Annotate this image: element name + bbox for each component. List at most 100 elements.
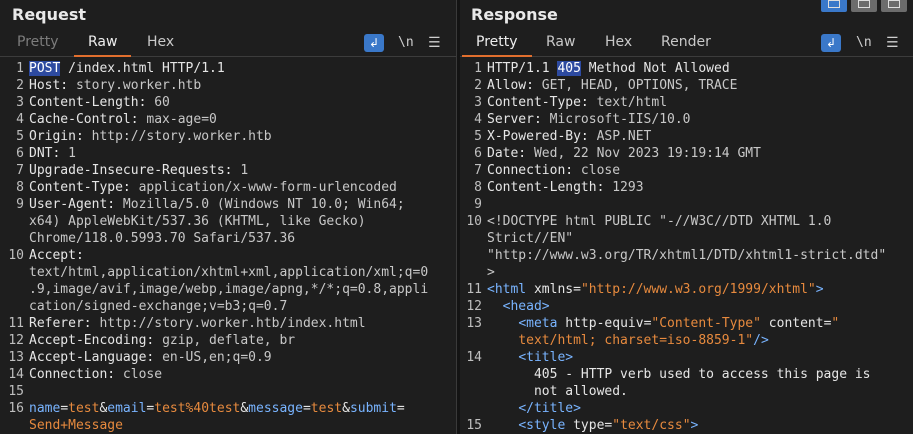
line-number: 14 xyxy=(8,367,24,382)
layout-stacked-icon[interactable] xyxy=(851,0,877,12)
line-number: 1 xyxy=(474,61,482,76)
layout-single-icon[interactable] xyxy=(881,0,907,12)
code-line: Send+Message xyxy=(29,417,123,434)
code-token: submit xyxy=(349,401,397,416)
request-title: Request xyxy=(12,5,87,24)
code-token: .9,image/avif,image/webp,image/apng,*/*;… xyxy=(29,282,429,297)
code-token: test%40test xyxy=(154,401,241,416)
request-tab-pretty[interactable]: Pretty xyxy=(17,34,59,50)
response-viewer[interactable]: 1 HTTP/1.1 405 Method Not Allowed 2 Allow: … xyxy=(460,59,913,434)
code-token: Upgrade-Insecure-Requests: xyxy=(29,163,241,178)
code-token: close xyxy=(580,163,621,178)
code-token: Content-Length: xyxy=(487,180,613,195)
code-token: <head> xyxy=(502,299,550,314)
line-number: 10 xyxy=(8,248,24,263)
code-token: Content-Length: xyxy=(29,95,155,110)
code-token: X-Powered-By: xyxy=(487,129,597,144)
newline-toggle[interactable]: \n xyxy=(398,34,414,52)
code-token: "http://www.w3.org/TR/xhtml1/DTD/xhtml1-… xyxy=(487,248,887,263)
line-number: 1 xyxy=(16,61,24,76)
code-line: User-Agent: Mozilla/5.0 (Windows NT 10.0… xyxy=(29,196,405,213)
line-number: 5 xyxy=(474,129,482,144)
code-token: Wed, 22 Nov 2023 19:19:14 GMT xyxy=(533,146,761,161)
code-line: name=test&email=test%40test&message=test… xyxy=(29,400,405,417)
code-token: Strict//EN" xyxy=(487,231,574,246)
code-token: text/html xyxy=(596,95,668,110)
code-token: test xyxy=(310,401,343,416)
code-line: text/html,application/xhtml+xml,applicat… xyxy=(29,264,428,281)
line-number: 6 xyxy=(474,146,482,161)
code-line: not allowed. xyxy=(487,383,628,400)
code-token: 405 xyxy=(557,61,581,76)
wrap-lines-icon[interactable]: ↲ xyxy=(821,34,841,52)
code-line: </title> xyxy=(487,400,581,417)
code-token: text/html,application/xhtml+xml,applicat… xyxy=(29,265,429,280)
line-number: 2 xyxy=(16,78,24,93)
code-line: cation/signed-exchange;v=b3;q=0.7 xyxy=(29,298,287,315)
code-token: Send+Message xyxy=(29,418,123,433)
code-token: http://story.worker.htb/index.html xyxy=(99,316,366,331)
code-token: <html xyxy=(487,282,534,297)
code-token: "Content-Type" xyxy=(651,316,761,331)
code-token: not allowed. xyxy=(487,384,628,399)
code-line: Origin: http://story.worker.htb xyxy=(29,128,272,145)
hamburger-menu-icon[interactable]: ☰ xyxy=(428,34,441,52)
code-token: > xyxy=(487,265,495,280)
line-number: 5 xyxy=(16,129,24,144)
line-number: 15 xyxy=(8,384,24,399)
code-line: X-Powered-By: ASP.NET xyxy=(487,128,651,145)
code-line: Accept-Encoding: gzip, deflate, br xyxy=(29,332,295,349)
code-line: Accept-Language: en-US,en;q=0.9 xyxy=(29,349,272,366)
response-tab-hex[interactable]: Hex xyxy=(605,34,632,50)
code-line: Content-Type: application/x-www-form-url… xyxy=(29,179,397,196)
code-token: /> xyxy=(753,333,769,348)
request-pane: Request Pretty Raw Hex ↲ \n ☰ 1 POST /ind… xyxy=(0,0,456,434)
line-number: 4 xyxy=(474,112,482,127)
request-editor[interactable]: 1 POST /index.html HTTP/1.1 2 Host: story.w… xyxy=(0,59,456,434)
line-number: 10 xyxy=(466,214,482,229)
line-number: 7 xyxy=(16,163,24,178)
response-tab-pretty[interactable]: Pretty xyxy=(462,34,531,57)
request-tab-raw[interactable]: Raw xyxy=(73,34,133,57)
hamburger-menu-icon[interactable]: ☰ xyxy=(886,34,899,52)
code-line: "http://www.w3.org/TR/xhtml1/DTD/xhtml1-… xyxy=(487,247,886,264)
code-token: Accept-Encoding: xyxy=(29,333,163,348)
line-number: 13 xyxy=(8,350,24,365)
code-token: xmlns xyxy=(533,282,574,297)
code-token: Origin: xyxy=(29,129,92,144)
line-number: 7 xyxy=(474,163,482,178)
response-title: Response xyxy=(471,5,558,24)
request-tab-hex[interactable]: Hex xyxy=(147,34,174,50)
code-line: > xyxy=(487,264,495,281)
code-line: Strict//EN" xyxy=(487,230,573,247)
code-token: text/html; charset=iso-8859-1" xyxy=(518,333,754,348)
code-token: & xyxy=(240,401,249,416)
code-token: <!DOCTYPE html PUBLIC "-//W3C//DTD XHTML… xyxy=(487,214,832,229)
newline-toggle[interactable]: \n xyxy=(856,34,872,52)
code-token: ASP.NET xyxy=(596,129,652,144)
code-token: message xyxy=(248,401,303,416)
code-line: Cache-Control: max-age=0 xyxy=(29,111,217,128)
code-line: 405 - HTTP verb used to access this page… xyxy=(487,366,871,383)
code-token: <meta xyxy=(518,316,566,331)
layout-split-icon[interactable] xyxy=(821,0,847,12)
code-line: x64) AppleWebKit/537.36 (KHTML, like Gec… xyxy=(29,213,366,230)
request-tabbar: Pretty Raw Hex ↲ \n ☰ xyxy=(0,30,456,57)
code-token: POST xyxy=(29,61,61,76)
line-number: 3 xyxy=(16,95,24,110)
code-token: name xyxy=(29,401,61,416)
code-token: HTTP/1.1 xyxy=(487,61,558,76)
code-token: > xyxy=(815,282,824,297)
code-token: test xyxy=(68,401,100,416)
response-tab-raw[interactable]: Raw xyxy=(546,34,575,50)
code-token: Connection: xyxy=(29,367,123,382)
code-line: .9,image/avif,image/webp,image/apng,*/*;… xyxy=(29,281,428,298)
code-token: Host: xyxy=(29,78,76,93)
code-token: & xyxy=(342,401,350,416)
wrap-lines-icon[interactable]: ↲ xyxy=(364,34,384,52)
response-tab-render[interactable]: Render xyxy=(661,34,711,50)
code-token: Allow: xyxy=(487,78,542,93)
code-token: Accept-Language: xyxy=(29,350,163,365)
